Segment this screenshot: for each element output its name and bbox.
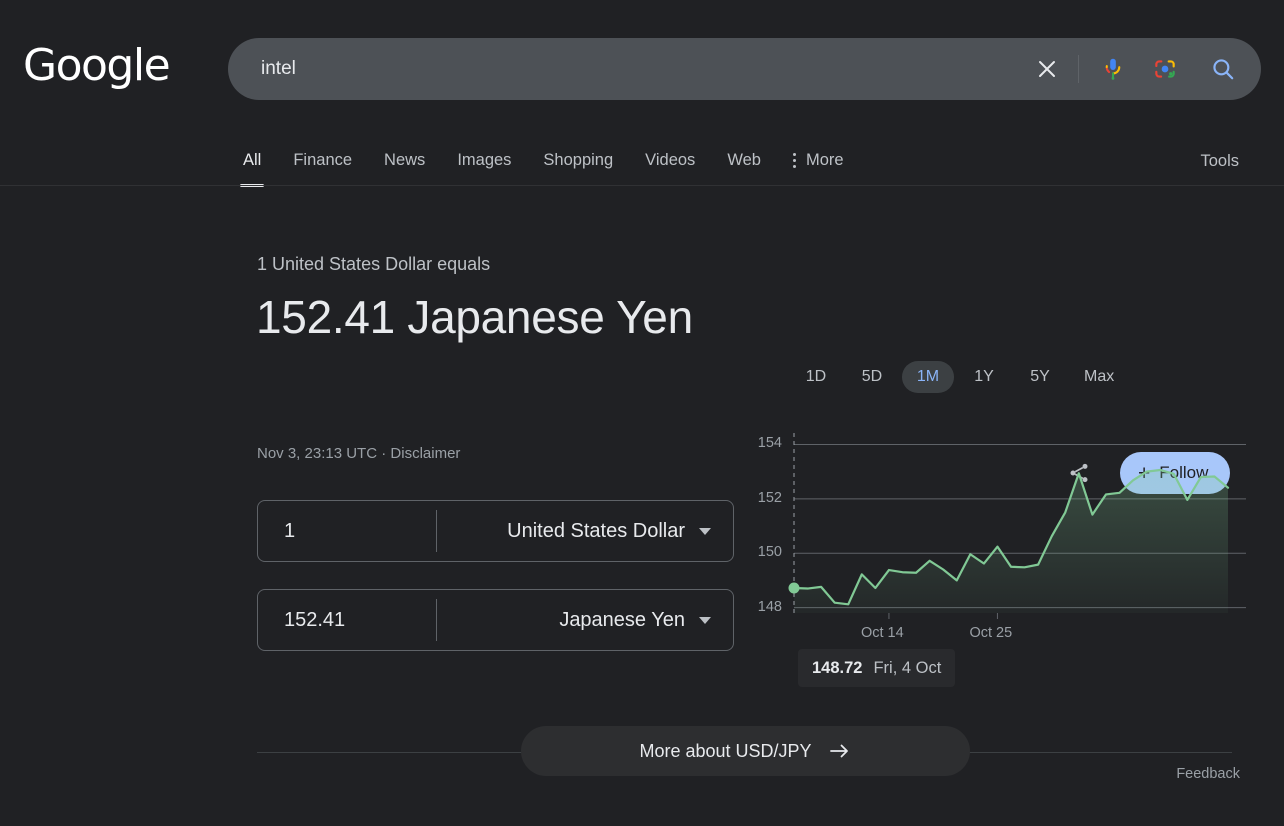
from-amount-input[interactable] xyxy=(258,501,436,561)
tab-videos-label: Videos xyxy=(645,151,695,169)
range-1m-label: 1M xyxy=(917,368,939,386)
range-1y-label: 1Y xyxy=(974,368,994,386)
tab-all-label: All xyxy=(243,151,261,169)
close-icon[interactable] xyxy=(1024,46,1070,92)
conversion-subtitle: 1 United States Dollar equals xyxy=(257,254,490,275)
arrow-right-icon xyxy=(828,741,852,761)
tools-label: Tools xyxy=(1200,152,1239,170)
range-max[interactable]: Max xyxy=(1070,361,1128,393)
search-icon[interactable] xyxy=(1199,45,1247,93)
y-tick-label: 154 xyxy=(748,435,782,451)
y-tick-label: 152 xyxy=(748,490,782,506)
vertical-dots-icon xyxy=(793,153,796,168)
chevron-down-icon xyxy=(699,528,711,535)
rate-timestamp: Nov 3, 23:13 UTC · Disclaimer xyxy=(257,445,460,462)
range-1m[interactable]: 1M xyxy=(902,361,954,393)
nav-divider xyxy=(0,185,1284,186)
range-5y-label: 5Y xyxy=(1030,368,1050,386)
chevron-down-icon xyxy=(699,617,711,624)
tab-finance-label: Finance xyxy=(293,151,352,169)
range-5d-label: 5D xyxy=(862,368,882,386)
google-logo-text: Google xyxy=(23,44,169,88)
microphone-icon[interactable] xyxy=(1091,47,1135,91)
page-title: 152.41 Japanese Yen xyxy=(256,289,726,347)
disclaimer-link[interactable]: Disclaimer xyxy=(390,445,460,462)
chart-range-selector: 1D 5D 1M 1Y 5Y Max xyxy=(790,361,1128,393)
tab-images[interactable]: Images xyxy=(457,151,511,172)
to-currency-select[interactable]: Japanese Yen xyxy=(437,609,733,632)
to-currency-label: Japanese Yen xyxy=(559,609,685,632)
exchange-rate-chart[interactable]: 148 150 152 154 Oct 14 Oct 25 xyxy=(748,431,1248,646)
google-search-page: Google xyxy=(0,0,1284,826)
tab-news[interactable]: News xyxy=(384,151,425,172)
range-max-label: Max xyxy=(1084,368,1114,386)
range-5y[interactable]: 5Y xyxy=(1014,361,1066,393)
tab-web-label: Web xyxy=(727,151,761,169)
x-tick-label: Oct 25 xyxy=(969,625,1012,641)
more-filters-label: More xyxy=(806,151,844,170)
search-input[interactable] xyxy=(228,38,1024,100)
converter-row-to[interactable]: Japanese Yen xyxy=(257,589,734,651)
tab-images-label: Images xyxy=(457,151,511,169)
search-divider xyxy=(1078,55,1079,83)
more-about-button[interactable]: More about USD/JPY xyxy=(521,726,970,776)
more-about-label: More about USD/JPY xyxy=(639,741,811,762)
search-nav: All Finance News Images Shopping Videos … xyxy=(0,136,1284,190)
to-amount-input[interactable] xyxy=(258,590,436,650)
range-5d[interactable]: 5D xyxy=(846,361,898,393)
tab-shopping-label: Shopping xyxy=(543,151,613,169)
tab-all[interactable]: All xyxy=(243,151,261,172)
tab-shopping[interactable]: Shopping xyxy=(543,151,613,172)
google-lens-icon[interactable] xyxy=(1143,47,1187,91)
range-1y[interactable]: 1Y xyxy=(958,361,1010,393)
range-1d-label: 1D xyxy=(806,368,826,386)
from-currency-label: United States Dollar xyxy=(507,520,685,543)
y-tick-label: 148 xyxy=(748,599,782,615)
converter-row-from[interactable]: United States Dollar xyxy=(257,500,734,562)
feedback-link[interactable]: Feedback xyxy=(1176,766,1240,782)
tab-videos[interactable]: Videos xyxy=(645,151,695,172)
tooltip-date: Fri, 4 Oct xyxy=(873,659,941,678)
tab-finance[interactable]: Finance xyxy=(293,151,352,172)
from-currency-select[interactable]: United States Dollar xyxy=(437,520,733,543)
search-bar[interactable] xyxy=(228,38,1261,100)
tools-button[interactable]: Tools xyxy=(1200,136,1239,186)
chart-tooltip: 148.72 Fri, 4 Oct xyxy=(798,649,955,687)
x-tick-label: Oct 14 xyxy=(861,625,904,641)
tab-news-label: News xyxy=(384,151,425,169)
timestamp-separator: · xyxy=(381,445,386,462)
page-header: Google xyxy=(0,0,1284,130)
range-1d[interactable]: 1D xyxy=(790,361,842,393)
more-filters-button[interactable]: More xyxy=(793,151,844,172)
google-logo[interactable]: Google xyxy=(23,44,169,88)
tab-web[interactable]: Web xyxy=(727,151,761,172)
tooltip-value: 148.72 xyxy=(812,659,862,678)
timestamp-text: Nov 3, 23:13 UTC xyxy=(257,445,377,462)
nav-tabs: All Finance News Images Shopping Videos … xyxy=(243,136,876,186)
y-tick-label: 150 xyxy=(748,544,782,560)
